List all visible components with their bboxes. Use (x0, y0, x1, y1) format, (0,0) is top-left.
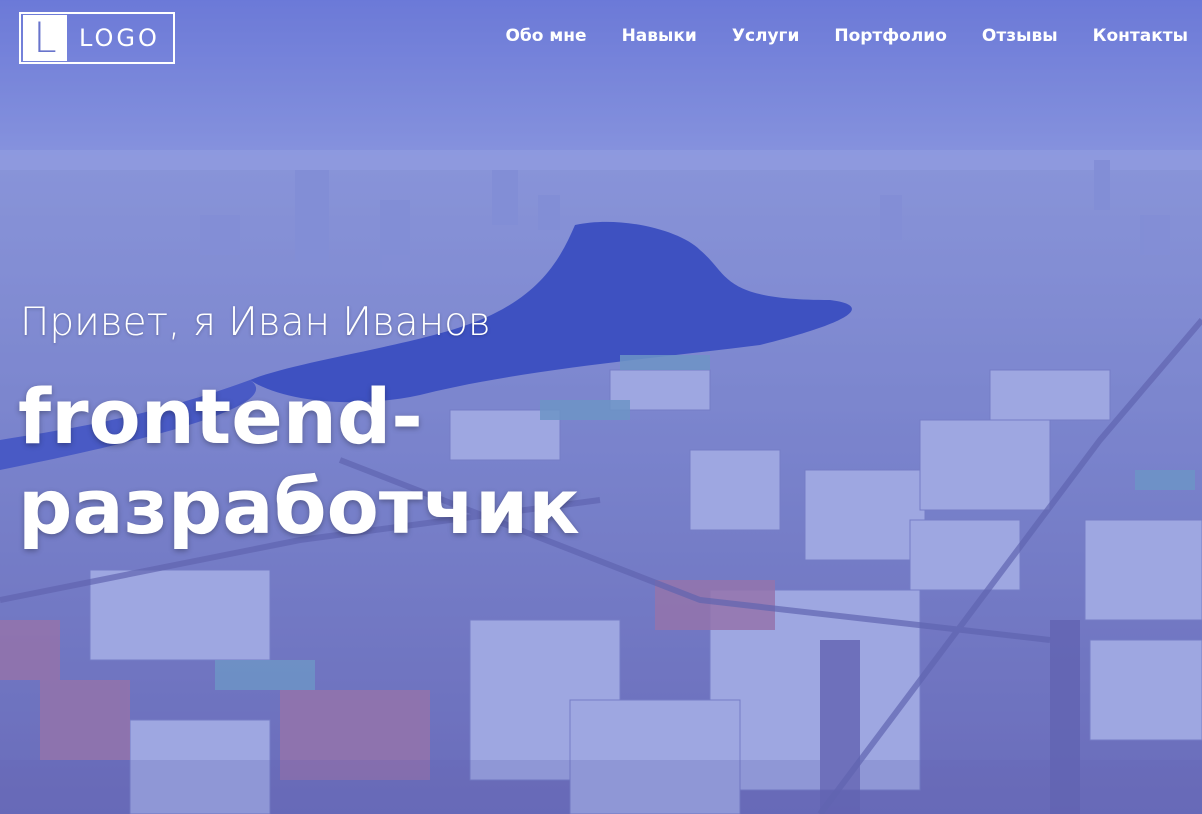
hero-role-line-1: frontend- (18, 372, 423, 461)
nav-item-contacts[interactable]: Контакты (1093, 26, 1188, 46)
logo-text: LOGO (79, 24, 160, 52)
main-nav: Обо мне Навыки Услуги Портфолио Отзывы К… (505, 26, 1188, 46)
nav-item-services[interactable]: Услуги (732, 26, 800, 46)
nav-item-portfolio[interactable]: Портфолио (834, 26, 947, 46)
nav-item-skills[interactable]: Навыки (622, 26, 697, 46)
nav-item-reviews[interactable]: Отзывы (982, 26, 1058, 46)
logo-mark-letter: L (33, 13, 57, 62)
site-header: L LOGO Обо мне Навыки Услуги Портфолио О… (0, 0, 1202, 76)
hero-role-line-2: разработчик (18, 462, 580, 552)
hero-role-title: frontend- разработчик (18, 372, 580, 553)
logo-mark-icon: L (23, 15, 67, 61)
hero-greeting: Привет, я Иван Иванов (20, 300, 491, 345)
nav-item-about[interactable]: Обо мне (505, 26, 586, 46)
logo[interactable]: L LOGO (19, 12, 175, 64)
